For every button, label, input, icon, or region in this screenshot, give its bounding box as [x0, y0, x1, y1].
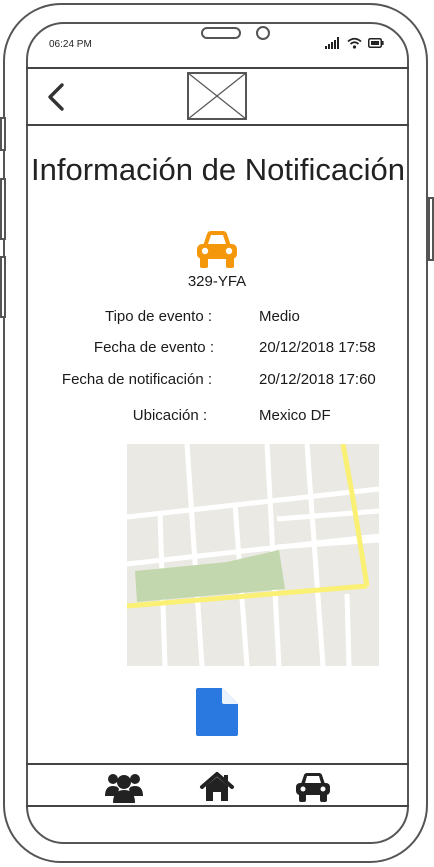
detail-value-location: Mexico DF	[259, 407, 331, 424]
page-title: Información de Notificación	[31, 152, 405, 187]
header-top-divider	[26, 67, 409, 69]
header-bottom-divider	[26, 124, 409, 126]
map-image[interactable]	[127, 444, 379, 666]
car-icon	[197, 231, 237, 268]
detail-label-event-date: Fecha de evento :	[93, 339, 214, 356]
vehicle-plate: 329-YFA	[187, 273, 247, 290]
detail-label-notification-date: Fecha de notificación :	[61, 371, 212, 388]
signal-icon	[325, 37, 339, 49]
detail-label-location: Ubicación :	[132, 407, 207, 424]
detail-value-notification-date: 20/12/2018 17:60	[259, 371, 376, 388]
car-icon[interactable]	[293, 770, 333, 804]
side-button-left-1	[0, 117, 6, 151]
battery-icon	[368, 38, 384, 48]
status-time: 06:24 PM	[49, 39, 92, 50]
document-icon[interactable]	[196, 688, 238, 736]
image-placeholder-icon	[187, 72, 247, 120]
home-icon[interactable]	[197, 770, 237, 804]
status-icons	[325, 37, 384, 49]
camera	[256, 26, 270, 40]
detail-value-event-date: 20/12/2018 17:58	[259, 339, 376, 356]
speaker	[201, 27, 241, 39]
bottom-nav-top-divider	[26, 763, 409, 765]
chevron-left-icon[interactable]	[44, 82, 70, 112]
detail-value-event-type: Medio	[259, 308, 300, 325]
side-button-right	[428, 197, 434, 261]
detail-label-event-type: Tipo de evento :	[104, 308, 212, 325]
wifi-icon	[347, 37, 362, 49]
users-icon[interactable]	[104, 770, 144, 804]
bottom-nav-bottom-divider	[26, 805, 409, 807]
